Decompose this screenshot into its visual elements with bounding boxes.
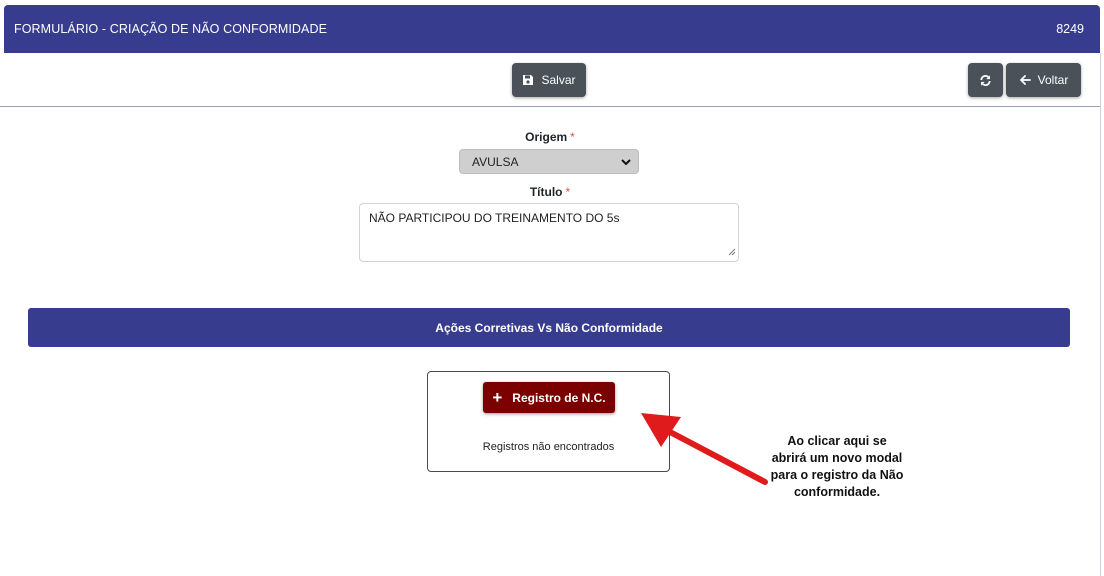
required-mark: * bbox=[565, 185, 571, 199]
arrow-left-icon bbox=[1019, 74, 1031, 86]
nc-records-card: + Registro de N.C. Registros não encontr… bbox=[427, 371, 670, 472]
page-title: FORMULÁRIO - CRIAÇÃO DE NÃO CONFORMIDADE bbox=[14, 22, 328, 36]
required-mark: * bbox=[570, 130, 575, 144]
add-nc-record-button[interactable]: + Registro de N.C. bbox=[483, 382, 615, 413]
section-title: Ações Corretivas Vs Não Conformidade bbox=[435, 320, 663, 335]
origem-selected-value: AVULSA bbox=[472, 154, 519, 169]
chevron-down-icon bbox=[620, 156, 632, 171]
back-button[interactable]: Voltar bbox=[1006, 63, 1081, 97]
annotation-note: Ao clicar aqui se abrirá um novo modal p… bbox=[770, 434, 904, 499]
empty-state-message: Registros não encontrados bbox=[482, 441, 615, 453]
page-header: FORMULÁRIO - CRIAÇÃO DE NÃO CONFORMIDADE… bbox=[4, 5, 1100, 53]
plus-icon: + bbox=[492, 388, 503, 407]
titulo-textarea[interactable]: NÃO PARTICIPOU DO TREINAMENTO DO 5s bbox=[359, 203, 739, 262]
toolbar: Salvar Voltar bbox=[0, 53, 1100, 107]
resize-handle-icon[interactable] bbox=[728, 245, 736, 259]
titulo-label-text: Título bbox=[529, 185, 563, 199]
save-button-label: Salvar bbox=[541, 73, 576, 87]
refresh-icon bbox=[979, 74, 992, 87]
origem-label: Origem * bbox=[500, 130, 600, 144]
back-button-label: Voltar bbox=[1037, 73, 1069, 87]
divider bbox=[1100, 53, 1101, 576]
titulo-value: NÃO PARTICIPOU DO TREINAMENTO DO 5s bbox=[369, 211, 620, 225]
save-button[interactable]: Salvar bbox=[512, 63, 586, 97]
refresh-button[interactable] bbox=[968, 63, 1003, 97]
titulo-label: Título * bbox=[500, 185, 600, 199]
floppy-disk-icon bbox=[522, 74, 534, 86]
page: FORMULÁRIO - CRIAÇÃO DE NÃO CONFORMIDADE… bbox=[0, 0, 1104, 576]
origem-label-text: Origem bbox=[525, 130, 568, 144]
record-number: 8249 bbox=[1056, 22, 1084, 36]
origem-select[interactable]: AVULSA bbox=[459, 149, 639, 174]
section-header: Ações Corretivas Vs Não Conformidade bbox=[28, 308, 1070, 347]
add-nc-record-label: Registro de N.C. bbox=[512, 390, 606, 405]
